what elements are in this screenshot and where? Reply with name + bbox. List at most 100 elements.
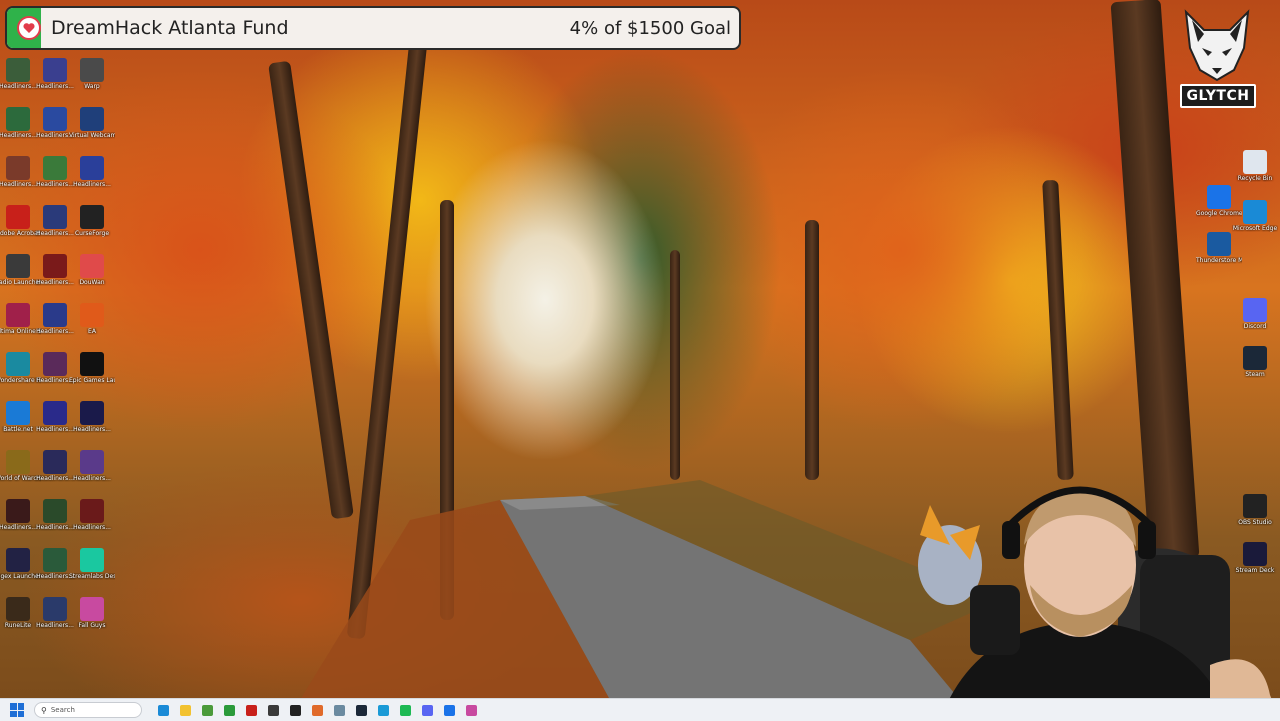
- spotify-icon[interactable]: [400, 704, 411, 716]
- acrobat-icon[interactable]: [246, 704, 257, 716]
- desktop-shortcut[interactable]: Discord: [1232, 298, 1278, 330]
- obs-icon[interactable]: [290, 704, 301, 716]
- desktop-shortcut[interactable]: DouWan: [69, 254, 115, 286]
- taskbar: ⚲ Search: [0, 698, 1280, 721]
- app-shortcut-icon: [6, 401, 30, 425]
- app-shortcut-icon: [1207, 232, 1231, 256]
- app-shortcut-icon: [80, 548, 104, 572]
- desktop-shortcut[interactable]: EA: [69, 303, 115, 335]
- minecraft-icon[interactable]: [202, 704, 213, 716]
- app-shortcut-icon: [1243, 150, 1267, 174]
- app-shortcut-icon: [43, 303, 67, 327]
- desktop-shortcut[interactable]: Headliners...: [69, 450, 115, 482]
- desktop-shortcut[interactable]: Warp: [69, 58, 115, 90]
- search-icon: ⚲: [41, 705, 47, 715]
- desktop-shortcut[interactable]: Epic Games Launcher: [69, 352, 115, 384]
- app-shortcut-icon: [43, 597, 67, 621]
- desktop-shortcut[interactable]: Microsoft Edge: [1232, 200, 1278, 232]
- app-shortcut-icon: [80, 450, 104, 474]
- desktop-shortcut-label: Warp: [84, 83, 100, 90]
- desktop-shortcut-label: EA: [88, 328, 96, 335]
- desktop-shortcut-label: CurseForge: [74, 230, 110, 237]
- desktop-shortcut[interactable]: Virtual Webcam: [69, 107, 115, 139]
- donation-goal-bar: DreamHack Atlanta Fund 4% of $1500 Goal: [5, 6, 741, 50]
- app-shortcut-icon: [80, 254, 104, 278]
- webcam-feed: [918, 486, 1280, 720]
- steam-icon[interactable]: [356, 704, 367, 716]
- app-shortcut-icon: [6, 450, 30, 474]
- desktop-shortcut[interactable]: Headliners...: [69, 401, 115, 433]
- taskbar-search-box[interactable]: ⚲ Search: [34, 702, 142, 718]
- discord-icon[interactable]: [422, 704, 433, 716]
- glytch-logo-label: GLYTCH: [1180, 84, 1256, 108]
- desktop-shortcut-label: Epic Games Launcher: [69, 377, 115, 384]
- desktop-shortcut-label: Streamlabs Desktop: [69, 573, 115, 580]
- app-shortcut-icon: [80, 58, 104, 82]
- donation-goal-title: DreamHack Atlanta Fund: [51, 17, 289, 39]
- app-shortcut-icon: [6, 205, 30, 229]
- search-placeholder: Search: [50, 706, 75, 714]
- start-windows-icon[interactable]: [10, 703, 24, 717]
- app-shortcut-icon: [43, 499, 67, 523]
- desktop-shortcut-label: Microsoft Edge: [1232, 225, 1278, 232]
- app-shortcut-icon: [6, 597, 30, 621]
- desktop-shortcut-label: DouWan: [79, 279, 105, 286]
- app-shortcut-icon: [6, 303, 30, 327]
- app-shortcut-icon: [6, 58, 30, 82]
- desktop-shortcut-label: Discord: [1243, 323, 1267, 330]
- app-shortcut-icon: [1243, 200, 1267, 224]
- file-explorer-icon[interactable]: [180, 704, 191, 716]
- desktop-shortcut[interactable]: Recycle Bin: [1232, 150, 1278, 182]
- app-shortcut-icon: [43, 254, 67, 278]
- edge-icon[interactable]: [158, 704, 169, 716]
- desktop-shortcut[interactable]: Headliners...: [69, 499, 115, 531]
- desktop-shortcut-label: Fall Guys: [78, 622, 106, 629]
- desktop-shortcut[interactable]: Steam: [1232, 346, 1278, 378]
- desktop-shortcut-label: Virtual Webcam: [69, 132, 115, 139]
- desktop-shortcut[interactable]: CurseForge: [69, 205, 115, 237]
- app-shortcut-icon: [6, 107, 30, 131]
- app-shortcut-icon: [80, 205, 104, 229]
- desktop-shortcut-label: Headliners...: [73, 181, 111, 188]
- app-shortcut-icon: [80, 401, 104, 425]
- settings-icon[interactable]: [334, 704, 345, 716]
- app-shortcut-icon: [6, 499, 30, 523]
- desktop-shortcut-label: Headliners...: [73, 475, 111, 482]
- app-shortcut-icon: [6, 548, 30, 572]
- desktop-shortcut[interactable]: Streamlabs Desktop: [69, 548, 115, 580]
- app-shortcut-icon: [43, 450, 67, 474]
- chrome-icon[interactable]: [444, 704, 455, 716]
- app-shortcut-icon: [43, 548, 67, 572]
- app-shortcut-icon: [80, 303, 104, 327]
- app-shortcut-icon: [80, 499, 104, 523]
- xbox-icon[interactable]: [224, 704, 235, 716]
- app-shortcut-icon: [1243, 346, 1267, 370]
- app-shortcut-icon: [80, 352, 104, 376]
- app-shortcut-icon: [1243, 298, 1267, 322]
- heart-badge-icon: [17, 16, 41, 40]
- edge-icon[interactable]: [378, 704, 389, 716]
- app-shortcut-icon: [43, 205, 67, 229]
- donation-goal-progress: 4% of $1500 Goal: [569, 17, 731, 39]
- desktop-shortcut-label: Headliners...: [73, 426, 111, 433]
- app-shortcut-icon: [80, 597, 104, 621]
- app-shortcut-icon: [6, 254, 30, 278]
- app-shortcut-icon: [80, 107, 104, 131]
- curseforge-icon[interactable]: [312, 704, 323, 716]
- desktop-shortcut-label: Recycle Bin: [1237, 175, 1273, 182]
- desktop-shortcut[interactable]: Thunderstore Mod Mana...: [1196, 232, 1242, 264]
- app-shortcut-icon: [43, 352, 67, 376]
- app-shortcut-icon: [6, 156, 30, 180]
- app-shortcut-icon: [1207, 185, 1231, 209]
- app-shortcut-icon: [43, 107, 67, 131]
- app-shortcut-icon: [80, 156, 104, 180]
- app-shortcut-icon: [43, 156, 67, 180]
- desktop-shortcut-label: Thunderstore Mod Mana...: [1196, 257, 1242, 264]
- streamlabs-icon[interactable]: [466, 704, 477, 716]
- desktop-shortcut[interactable]: Fall Guys: [69, 597, 115, 629]
- desktop-shortcut-label: Headliners...: [73, 524, 111, 531]
- app-shortcut-icon: [43, 58, 67, 82]
- terminal-icon[interactable]: [268, 704, 279, 716]
- taskbar-pinned-apps: [142, 704, 477, 716]
- desktop-shortcut[interactable]: Headliners...: [69, 156, 115, 188]
